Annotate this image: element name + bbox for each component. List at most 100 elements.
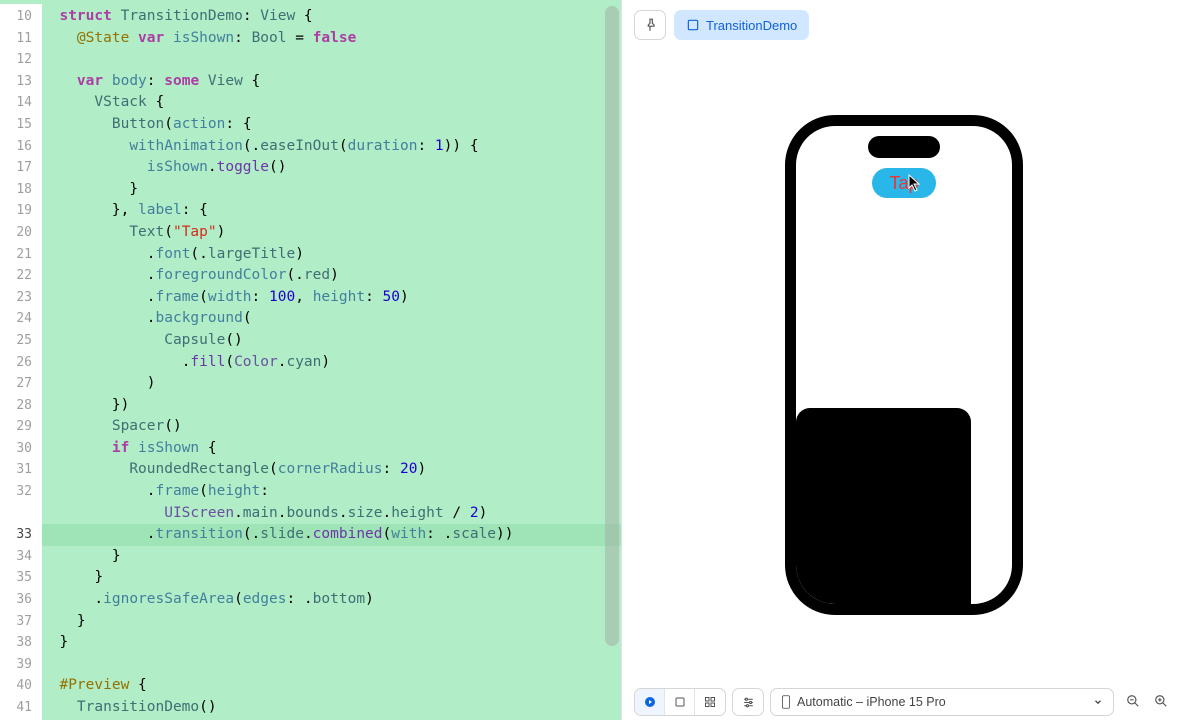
variants-preview-button[interactable] bbox=[695, 689, 725, 715]
line-number: 22 bbox=[0, 265, 42, 287]
struct-icon bbox=[686, 18, 700, 32]
code-line[interactable]: RoundedRectangle(cornerRadius: 20) bbox=[42, 459, 621, 481]
phone-icon bbox=[781, 695, 791, 709]
line-number: 29 bbox=[0, 416, 42, 438]
zoom-controls bbox=[1120, 689, 1174, 715]
code-line[interactable]: } bbox=[42, 632, 621, 654]
code-line[interactable]: } bbox=[42, 611, 621, 633]
line-number: 26 bbox=[0, 352, 42, 374]
sliders-icon bbox=[742, 696, 755, 709]
line-number: 27 bbox=[0, 373, 42, 395]
line-number: 19 bbox=[0, 200, 42, 222]
code-line[interactable]: }) bbox=[42, 395, 621, 417]
line-number: 21 bbox=[0, 244, 42, 266]
iphone-preview-frame: Tap bbox=[785, 115, 1023, 615]
code-line[interactable]: .frame(height: bbox=[42, 481, 621, 503]
zoom-in-button[interactable] bbox=[1148, 689, 1174, 715]
code-line[interactable]: } bbox=[42, 546, 621, 568]
code-line[interactable]: .fill(Color.cyan) bbox=[42, 352, 621, 374]
line-number: 20 bbox=[0, 222, 42, 244]
code-line[interactable] bbox=[42, 49, 621, 71]
line-number: 23 bbox=[0, 287, 42, 309]
play-icon bbox=[644, 696, 656, 708]
code-line[interactable]: var body: some View { bbox=[42, 71, 621, 93]
line-number: 16 bbox=[0, 136, 42, 158]
code-line[interactable]: #Preview { bbox=[42, 675, 621, 697]
pin-preview-button[interactable] bbox=[634, 10, 666, 40]
code-line[interactable]: isShown.toggle() bbox=[42, 157, 621, 179]
rounded-rectangle-view bbox=[796, 408, 971, 608]
code-line[interactable]: UIScreen.main.bounds.size.height / 2) bbox=[42, 503, 621, 525]
selectable-preview-button[interactable] bbox=[665, 689, 695, 715]
line-number: 24 bbox=[0, 308, 42, 330]
zoom-out-button[interactable] bbox=[1120, 689, 1146, 715]
line-number: 17 bbox=[0, 157, 42, 179]
line-number: 13 bbox=[0, 71, 42, 93]
code-line[interactable]: Button(action: { bbox=[42, 114, 621, 136]
tap-button[interactable]: Tap bbox=[872, 168, 936, 198]
code-line[interactable]: .frame(width: 100, height: 50) bbox=[42, 287, 621, 309]
code-line[interactable]: .foregroundColor(.red) bbox=[42, 265, 621, 287]
line-number: 36 bbox=[0, 589, 42, 611]
cursor-icon bbox=[908, 174, 922, 192]
grid-icon bbox=[704, 696, 716, 708]
code-line[interactable]: VStack { bbox=[42, 92, 621, 114]
code-line[interactable]: if isShown { bbox=[42, 438, 621, 460]
line-number: 11 bbox=[0, 28, 42, 50]
code-editor[interactable]: 1011121314151617181920212223242526272829… bbox=[0, 0, 621, 720]
device-selector-label: Automatic – iPhone 15 Pro bbox=[797, 695, 1087, 709]
code-line[interactable]: Text("Tap") bbox=[42, 222, 621, 244]
line-number: 32 bbox=[0, 481, 42, 503]
line-number: 33 bbox=[0, 524, 42, 546]
line-number: 18 bbox=[0, 179, 42, 201]
chevron-down-icon bbox=[1093, 697, 1103, 707]
code-line[interactable]: ) bbox=[42, 373, 621, 395]
code-line[interactable]: } bbox=[42, 179, 621, 201]
line-number: 37 bbox=[0, 611, 42, 633]
line-number: 31 bbox=[0, 459, 42, 481]
zoom-out-icon bbox=[1126, 694, 1140, 708]
code-line[interactable]: Capsule() bbox=[42, 330, 621, 352]
code-area[interactable]: struct TransitionDemo: View { @State var… bbox=[42, 4, 621, 720]
preview-target-label: TransitionDemo bbox=[706, 18, 797, 33]
code-line[interactable]: .transition(.slide.combined(with: .scale… bbox=[42, 524, 621, 546]
device-selector[interactable]: Automatic – iPhone 15 Pro bbox=[770, 688, 1114, 716]
device-settings-button-group bbox=[732, 688, 764, 716]
preview-target-chip[interactable]: TransitionDemo bbox=[674, 10, 809, 40]
line-number: 10 bbox=[0, 6, 42, 28]
code-line[interactable]: .font(.largeTitle) bbox=[42, 244, 621, 266]
preview-canvas: TransitionDemo Tap bbox=[621, 0, 1186, 720]
line-number: 14 bbox=[0, 92, 42, 114]
pin-icon bbox=[643, 18, 657, 32]
canvas-bottom-toolbar: Automatic – iPhone 15 Pro bbox=[634, 688, 1174, 716]
vertical-scrollbar[interactable] bbox=[605, 6, 619, 646]
live-preview-segmented-control bbox=[634, 688, 726, 716]
line-number: 34 bbox=[0, 546, 42, 568]
canvas-toolbar: TransitionDemo bbox=[634, 10, 809, 40]
code-line[interactable]: .ignoresSafeArea(edges: .bottom) bbox=[42, 589, 621, 611]
code-line[interactable]: struct TransitionDemo: View { bbox=[42, 6, 621, 28]
code-line[interactable] bbox=[42, 654, 621, 676]
line-number: 39 bbox=[0, 654, 42, 676]
line-number bbox=[0, 503, 42, 525]
line-number: 40 bbox=[0, 675, 42, 697]
device-settings-button[interactable] bbox=[733, 689, 763, 715]
line-number: 41 bbox=[0, 697, 42, 719]
line-number: 25 bbox=[0, 330, 42, 352]
line-number: 12 bbox=[0, 49, 42, 71]
code-line[interactable]: TransitionDemo() bbox=[42, 697, 621, 719]
code-line[interactable]: } bbox=[42, 567, 621, 589]
line-number: 28 bbox=[0, 395, 42, 417]
line-number-gutter: 1011121314151617181920212223242526272829… bbox=[0, 4, 42, 720]
line-number: 30 bbox=[0, 438, 42, 460]
line-number: 15 bbox=[0, 114, 42, 136]
live-preview-button[interactable] bbox=[635, 689, 665, 715]
code-line[interactable]: withAnimation(.easeInOut(duration: 1)) { bbox=[42, 136, 621, 158]
code-line[interactable]: }, label: { bbox=[42, 200, 621, 222]
code-line[interactable]: .background( bbox=[42, 308, 621, 330]
select-icon bbox=[674, 696, 686, 708]
code-line[interactable]: Spacer() bbox=[42, 416, 621, 438]
line-number: 35 bbox=[0, 567, 42, 589]
code-line[interactable]: @State var isShown: Bool = false bbox=[42, 28, 621, 50]
zoom-in-icon bbox=[1154, 694, 1168, 708]
